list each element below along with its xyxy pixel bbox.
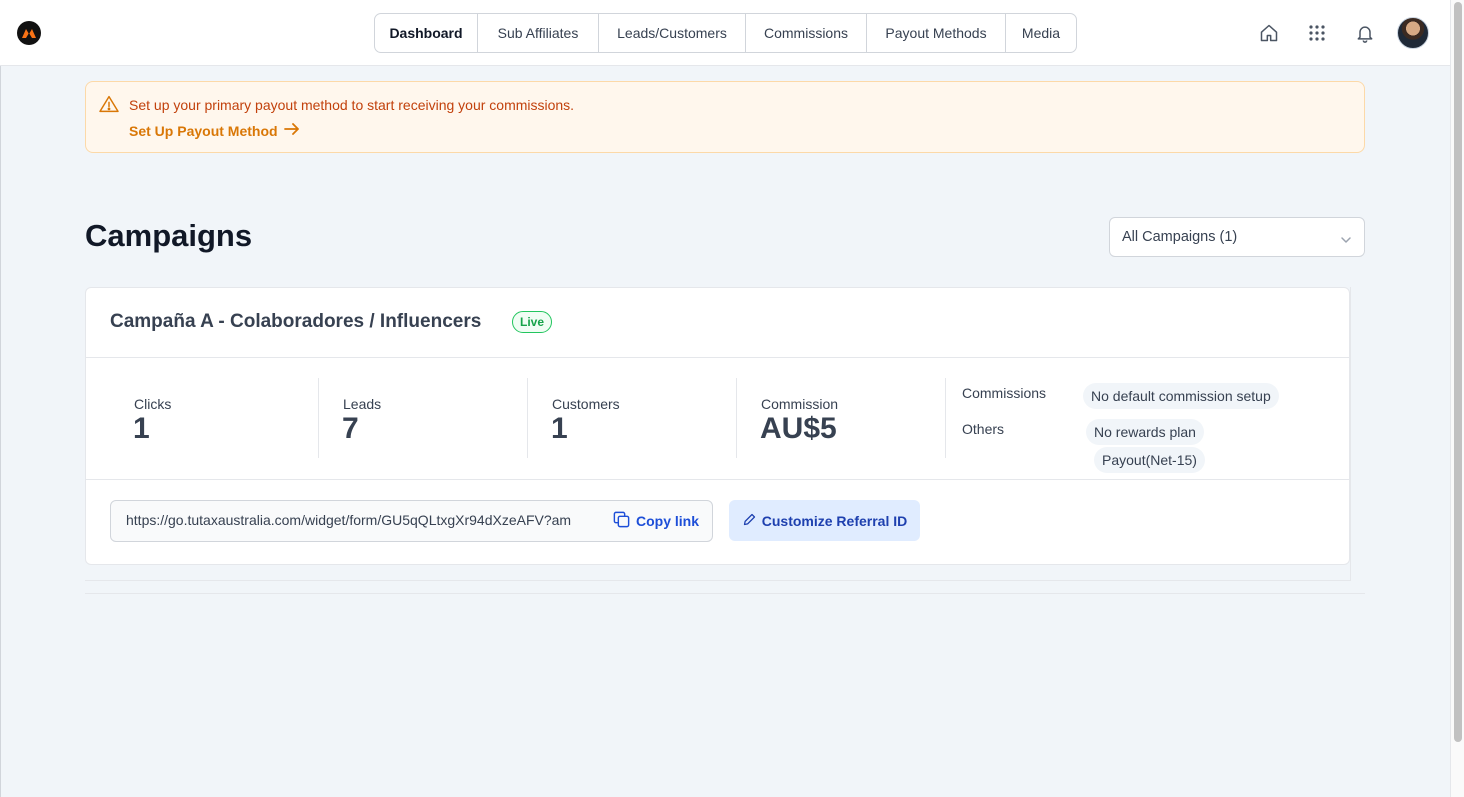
copy-icon	[612, 510, 631, 532]
customize-referral-id-button[interactable]: Customize Referral ID	[729, 500, 920, 541]
campaign-filter-value: All Campaigns (1)	[1122, 229, 1238, 245]
campaign-name: Campaña A - Colaboradores / Influencers	[110, 311, 482, 332]
status-badge: Live	[512, 311, 553, 333]
stat-value-leads: 7	[342, 412, 359, 445]
main-nav: Dashboard Sub Affiliates Leads/Customers…	[374, 13, 1077, 53]
copy-link-label: Copy link	[636, 513, 700, 529]
referral-link-text[interactable]: https://go.tutaxaustralia.com/widget/for…	[126, 512, 588, 528]
stat-label-leads: Leads	[343, 396, 382, 412]
tab-leads-customers[interactable]: Leads/Customers	[599, 14, 746, 52]
tab-payout-methods[interactable]: Payout Methods	[867, 14, 1006, 52]
warning-icon	[99, 95, 119, 118]
stat-value-clicks: 1	[133, 412, 150, 445]
apps-grid-icon[interactable]	[1303, 18, 1331, 48]
divider	[318, 378, 319, 458]
stat-label-clicks: Clicks	[134, 396, 172, 412]
stat-value-commission: AU$5	[760, 412, 837, 445]
logo-icon[interactable]	[17, 21, 41, 45]
payout-terms-pill: Payout(Net-15)	[1094, 447, 1205, 473]
divider	[86, 357, 1349, 358]
home-icon[interactable]	[1255, 18, 1283, 48]
divider	[945, 378, 946, 458]
rewards-plan-pill: No rewards plan	[1086, 419, 1204, 445]
campaign-filter-select[interactable]: All Campaigns (1)	[1109, 217, 1365, 257]
setup-payout-label: Set Up Payout Method	[129, 122, 278, 139]
tab-media[interactable]: Media	[1006, 14, 1076, 52]
bell-icon[interactable]	[1351, 18, 1379, 48]
payout-alert	[85, 81, 1365, 153]
divider	[86, 479, 1349, 480]
divider	[736, 378, 737, 458]
scrollbar-thumb[interactable]	[1454, 2, 1462, 742]
tab-sub-affiliates[interactable]: Sub Affiliates	[478, 14, 599, 52]
setup-payout-link[interactable]: Set Up Payout Method	[129, 122, 300, 139]
customize-referral-id-label: Customize Referral ID	[761, 512, 908, 529]
stat-value-customers: 1	[551, 412, 568, 445]
page-title: Campaigns	[85, 218, 253, 253]
tab-dashboard[interactable]: Dashboard	[375, 14, 478, 52]
others-label: Others	[962, 421, 1005, 437]
pencil-icon	[742, 512, 757, 530]
alert-message: Set up your primary payout method to sta…	[129, 97, 575, 113]
commissions-label: Commissions	[962, 385, 1047, 401]
copy-link-button[interactable]: Copy link	[612, 510, 699, 532]
arrow-right-icon	[283, 122, 300, 139]
scrollbar[interactable]	[1450, 0, 1464, 797]
divider	[527, 378, 528, 458]
avatar[interactable]	[1397, 17, 1429, 49]
top-bar: Dashboard Sub Affiliates Leads/Customers…	[0, 0, 1450, 66]
stat-label-customers: Customers	[552, 396, 620, 412]
chevron-down-icon	[1340, 232, 1352, 248]
commission-setup-pill: No default commission setup	[1083, 383, 1279, 409]
tab-commissions[interactable]: Commissions	[746, 14, 867, 52]
stat-label-commission: Commission	[761, 396, 839, 412]
